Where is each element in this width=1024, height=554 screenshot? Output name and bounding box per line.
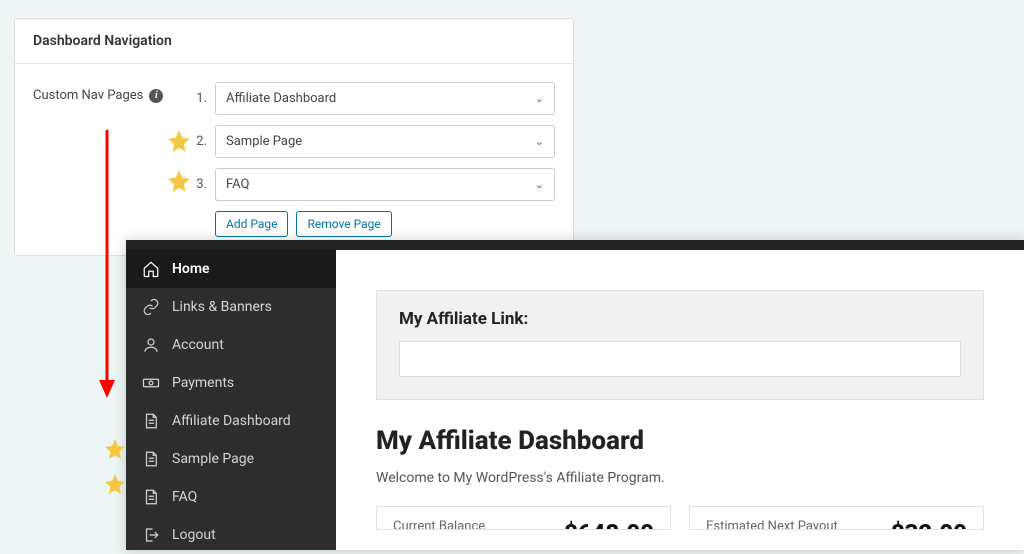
chevron-down-icon: ⌄ <box>535 135 544 148</box>
link-icon <box>142 298 160 316</box>
page-icon <box>142 450 160 468</box>
custom-nav-label: Custom Nav Pages i <box>33 82 193 103</box>
dashboard-title: My Affiliate Dashboard <box>376 426 984 456</box>
sidebar-item-label: Payments <box>172 375 234 391</box>
star-icon <box>166 168 192 194</box>
sidebar-item-label: Home <box>172 261 210 277</box>
content-area: My Affiliate Link: My Affiliate Dashboar… <box>336 250 1024 550</box>
sidebar-item-label: Affiliate Dashboard <box>172 413 291 429</box>
sidebar-item-links[interactable]: Links & Banners <box>126 288 336 326</box>
row-number: 3. <box>193 177 207 192</box>
card-current-balance: Current Balance $648.00 <box>376 506 671 530</box>
affiliate-link-box: My Affiliate Link: <box>376 290 984 400</box>
logout-icon <box>142 526 160 544</box>
sidebar-item-label: Links & Banners <box>172 299 272 315</box>
user-icon <box>142 336 160 354</box>
remove-page-button[interactable]: Remove Page <box>296 211 391 237</box>
sidebar-item-affiliate-dashboard[interactable]: Affiliate Dashboard <box>126 402 336 440</box>
dashboard-panel: Home Links & Banners Account Payments Af… <box>126 240 1024 550</box>
chevron-down-icon: ⌄ <box>535 92 544 105</box>
money-icon <box>142 374 160 392</box>
row-number: 1. <box>193 91 207 106</box>
stat-cards: Current Balance $648.00 Estimated Next P… <box>376 506 984 530</box>
sidebar-item-home[interactable]: Home <box>126 250 336 288</box>
sidebar-item-sample-page[interactable]: Sample Page <box>126 440 336 478</box>
nav-page-select-1[interactable]: Affiliate Dashboard ⌄ <box>215 82 555 115</box>
sidebar-item-label: Account <box>172 337 224 353</box>
sidebar-item-label: FAQ <box>172 489 197 505</box>
star-icon <box>103 437 127 461</box>
dashboard-topbar <box>126 240 1024 250</box>
card-next-payout: Estimated Next Payout $32.00 <box>689 506 984 530</box>
sidebar-item-faq[interactable]: FAQ <box>126 478 336 516</box>
affiliate-link-input[interactable] <box>399 341 961 377</box>
nav-page-row-2: 2. Sample Page ⌄ <box>193 125 555 158</box>
nav-page-select-3[interactable]: FAQ ⌄ <box>215 168 555 201</box>
affiliate-link-title: My Affiliate Link: <box>399 309 961 329</box>
page-icon <box>142 412 160 430</box>
add-page-button[interactable]: Add Page <box>215 211 288 237</box>
sidebar-item-logout[interactable]: Logout <box>126 516 336 554</box>
star-icon <box>166 128 192 154</box>
settings-title: Dashboard Navigation <box>15 19 573 64</box>
nav-page-select-2[interactable]: Sample Page ⌄ <box>215 125 555 158</box>
welcome-text: Welcome to My WordPress's Affiliate Prog… <box>376 470 984 486</box>
sidebar: Home Links & Banners Account Payments Af… <box>126 250 336 550</box>
row-number: 2. <box>193 134 207 149</box>
page-icon <box>142 488 160 506</box>
chevron-down-icon: ⌄ <box>535 178 544 191</box>
info-icon[interactable]: i <box>149 89 163 103</box>
home-icon <box>142 260 160 278</box>
sidebar-item-label: Logout <box>172 527 216 543</box>
nav-page-row-3: 3. FAQ ⌄ <box>193 168 555 201</box>
sidebar-item-payments[interactable]: Payments <box>126 364 336 402</box>
star-icon <box>103 472 127 496</box>
settings-body: Custom Nav Pages i 1. Affiliate Dashboar… <box>15 64 573 255</box>
nav-page-row-1: 1. Affiliate Dashboard ⌄ <box>193 82 555 115</box>
sidebar-item-label: Sample Page <box>172 451 254 467</box>
sidebar-item-account[interactable]: Account <box>126 326 336 364</box>
settings-panel: Dashboard Navigation Custom Nav Pages i … <box>14 18 574 256</box>
